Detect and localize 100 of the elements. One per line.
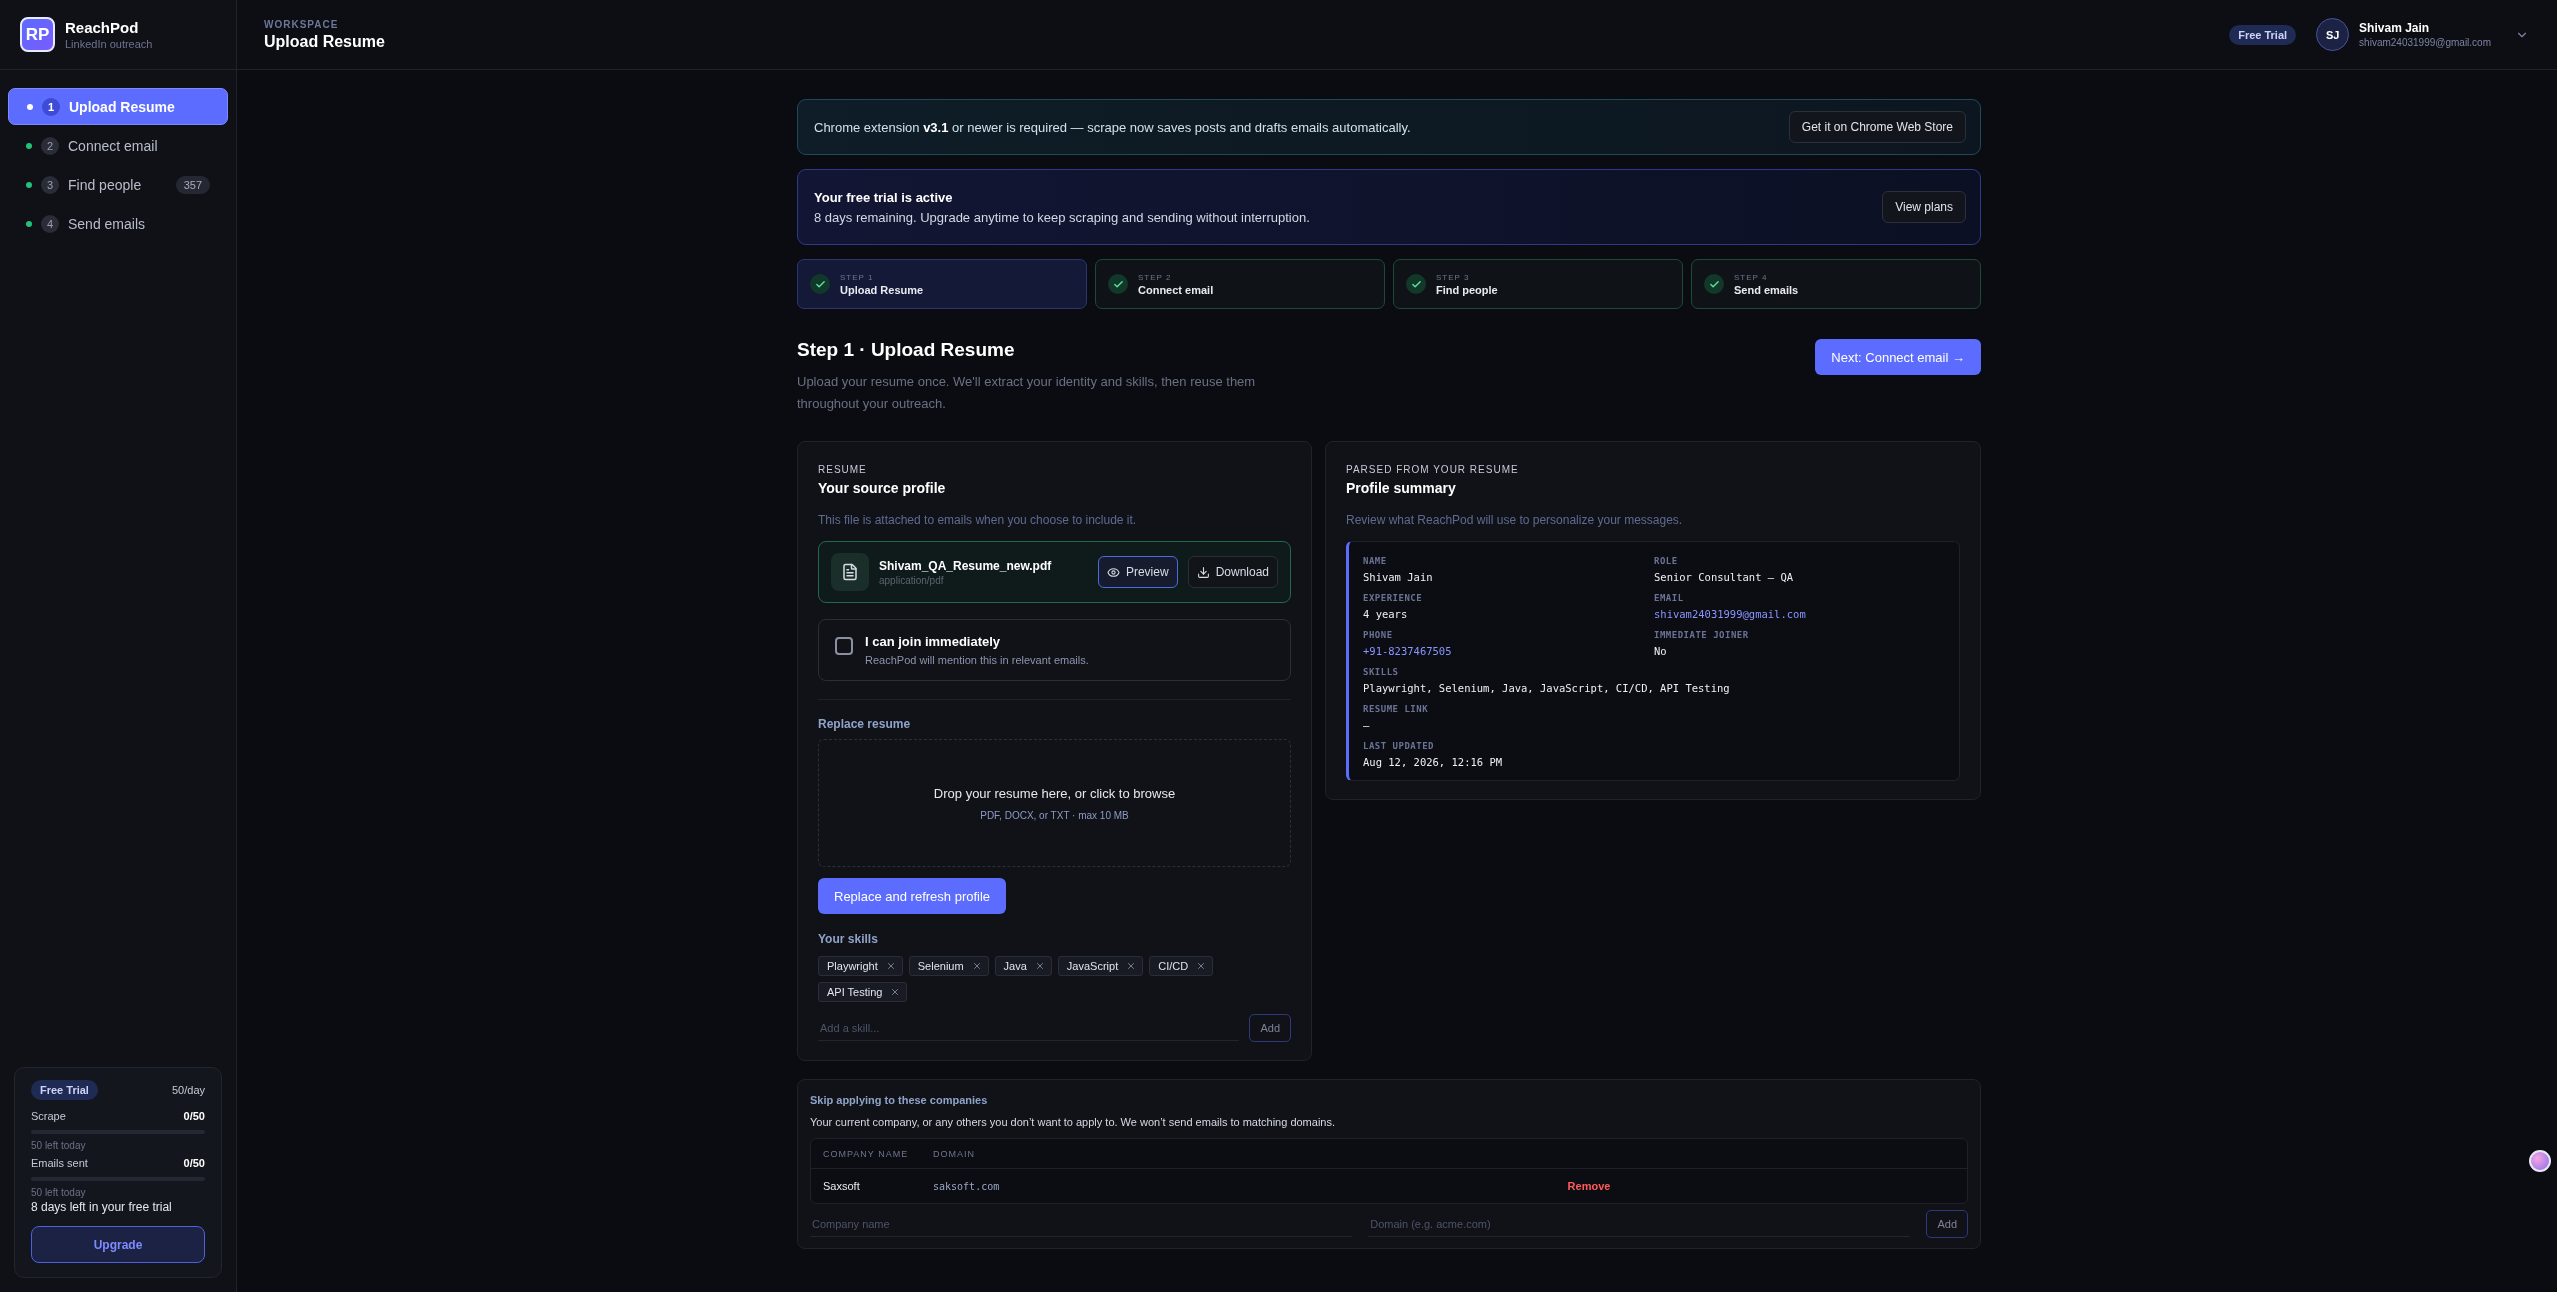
page-subtitle: Upload your resume once. We'll extract your identity and skills, then reuse them throughout your outreach. <box>797 373 1257 413</box>
remove-icon[interactable] <box>1034 961 1045 971</box>
add-skill-button[interactable]: Add <box>1249 1014 1291 1042</box>
meter-label: Emails sent <box>31 1157 88 1169</box>
field-label: PHONE <box>1363 630 1394 640</box>
field-label: EMAIL <box>1654 593 1685 603</box>
meter-note: 50 left today <box>31 1140 87 1151</box>
remove-link[interactable]: Remove <box>1567 1180 1611 1192</box>
file-name: Shivam_QA_Resume_new.pdf <box>879 558 1053 573</box>
remove-icon[interactable] <box>971 961 982 971</box>
checkbox-label: I can join immediately <box>865 634 1002 649</box>
user-email: shivam24031999@gmail.com <box>2359 37 2491 48</box>
file-type: application/pdf <box>879 574 945 586</box>
field-label: IMMEDIATE JOINER <box>1654 630 1750 640</box>
step-card[interactable]: STEP 1 Upload Resume <box>797 259 1087 309</box>
field-label: ROLE <box>1654 556 1679 566</box>
field-value: Aug 12, 2026, 12:16 PM <box>1363 756 1504 768</box>
meter-label: Scrape <box>31 1110 66 1122</box>
step-number: STEP 1 <box>840 272 875 282</box>
preview-button[interactable]: Preview <box>1097 556 1178 588</box>
drop-hint: PDF, DOCX, or TXT · max 10 MB <box>980 809 1129 821</box>
download-icon <box>1196 565 1210 579</box>
field-label: RESUME LINK <box>1363 704 1430 714</box>
step-label: Connect email <box>1138 283 1214 296</box>
field-label: SKILLS <box>1363 667 1400 677</box>
domain-input[interactable]: Domain (e.g. acme.com) <box>1368 1211 1911 1237</box>
next-button[interactable]: Next: Connect email → <box>1815 339 1981 375</box>
status-dot-icon <box>26 220 32 227</box>
card-description: This file is attached to emails when you choose to include it. <box>818 513 1138 527</box>
step-card[interactable]: STEP 2 Connect email <box>1095 259 1385 309</box>
brand-name: ReachPod <box>65 19 140 36</box>
assistant-avatar-icon[interactable] <box>2529 1150 2551 1172</box>
header-title: Upload Resume <box>264 32 386 51</box>
page-title: Step 1 · Upload Resume <box>797 339 1016 361</box>
status-dot-icon <box>27 103 33 110</box>
remove-icon[interactable] <box>890 987 901 997</box>
download-button[interactable]: Download <box>1187 556 1278 588</box>
skill-tag: API Testing <box>818 982 908 1002</box>
plan-badge: Free Trial <box>2229 24 2297 45</box>
app-logo: RP <box>20 17 55 52</box>
banner-title: Your free trial is active <box>814 189 954 205</box>
checkbox[interactable] <box>835 637 853 655</box>
remove-icon[interactable] <box>1196 961 1207 971</box>
nav-item[interactable]: 3 Find people 357 <box>8 166 228 203</box>
field-value: Playwright, Selenium, Java, JavaScript, CI/CD, API Testing <box>1363 682 1731 694</box>
add-company-button[interactable]: Add <box>1926 1210 1968 1238</box>
column-header: DOMAIN <box>933 1148 976 1159</box>
domain-cell-text: saksoft.com <box>933 1180 1001 1192</box>
nav-label: Send emails <box>68 215 147 232</box>
step-label: Find people <box>1436 283 1498 296</box>
skill-input[interactable]: Add a skill... <box>818 1015 1240 1041</box>
section-label: Replace resume <box>818 717 912 731</box>
card-eyebrow: RESUME <box>818 464 868 475</box>
chrome-store-button[interactable]: Get it on Chrome Web Store <box>1788 111 1966 143</box>
skill-tag: JavaScript <box>1057 956 1144 976</box>
document-icon <box>831 553 869 591</box>
skill-tag: Selenium <box>908 956 989 976</box>
remove-icon[interactable] <box>1126 961 1137 971</box>
field-value: Senior Consultant – QA <box>1654 571 1795 583</box>
step-number: 1 <box>42 97 60 116</box>
step-number: STEP 4 <box>1734 272 1769 282</box>
field-label: EXPERIENCE <box>1363 593 1424 603</box>
remove-icon[interactable] <box>885 961 896 971</box>
section-description: Your current company, or any others you don’t want to apply to. We won’t send emails to matching domains. <box>810 1116 1337 1128</box>
field-value: – <box>1363 719 1371 731</box>
checkbox-hint: ReachPod will mention this in relevant emails. <box>865 654 1089 666</box>
nav-label: Upload Resume <box>69 98 176 115</box>
skill-tag: Java <box>994 956 1052 976</box>
skill-tag: CI/CD <box>1149 956 1214 976</box>
nav-item[interactable]: 2 Connect email <box>8 127 228 164</box>
column-header: COMPANY NAME <box>823 1148 910 1159</box>
field-value: Shivam Jain <box>1363 571 1434 583</box>
upgrade-button[interactable]: Upgrade <box>31 1226 205 1263</box>
step-label: Upload Resume <box>840 283 924 296</box>
field-label: NAME <box>1363 556 1388 566</box>
header-eyebrow: WORKSPACE <box>264 18 340 30</box>
company-input[interactable]: Company name <box>810 1211 1353 1237</box>
field-value: 4 years <box>1363 608 1409 620</box>
step-number: 3 <box>41 175 59 194</box>
user-avatar[interactable]: SJ <box>2316 18 2350 51</box>
step-card[interactable]: STEP 3 Find people <box>1393 259 1683 309</box>
nav-item[interactable]: 4 Send emails <box>8 205 228 242</box>
section-title: Skip applying to these companies <box>810 1094 989 1106</box>
step-number: STEP 2 <box>1138 272 1173 282</box>
field-label: LAST UPDATED <box>1363 741 1436 751</box>
field-value: No <box>1654 645 1668 657</box>
trial-days-left: 8 days left in your free trial <box>31 1200 173 1214</box>
nav-label: Find people <box>68 176 143 193</box>
step-number: STEP 3 <box>1436 272 1471 282</box>
section-label: Your skills <box>818 932 879 946</box>
status-dot-icon <box>26 181 32 188</box>
replace-button[interactable]: Replace and refresh profile <box>818 878 1007 914</box>
step-number: 2 <box>41 136 59 155</box>
eye-icon <box>1106 565 1120 579</box>
field-value[interactable]: shivam24031999@gmail.com <box>1654 608 1945 620</box>
drop-zone[interactable]: Drop your resume here, or click to browse PDF, DOCX, or TXT · max 10 MB <box>818 739 1291 867</box>
step-card[interactable]: STEP 4 Send emails <box>1691 259 1981 309</box>
field-value[interactable]: +91-8237467505 <box>1363 645 1654 657</box>
view-plans-button[interactable]: View plans <box>1882 191 1966 223</box>
nav-item[interactable]: 1 Upload Resume <box>8 88 228 125</box>
